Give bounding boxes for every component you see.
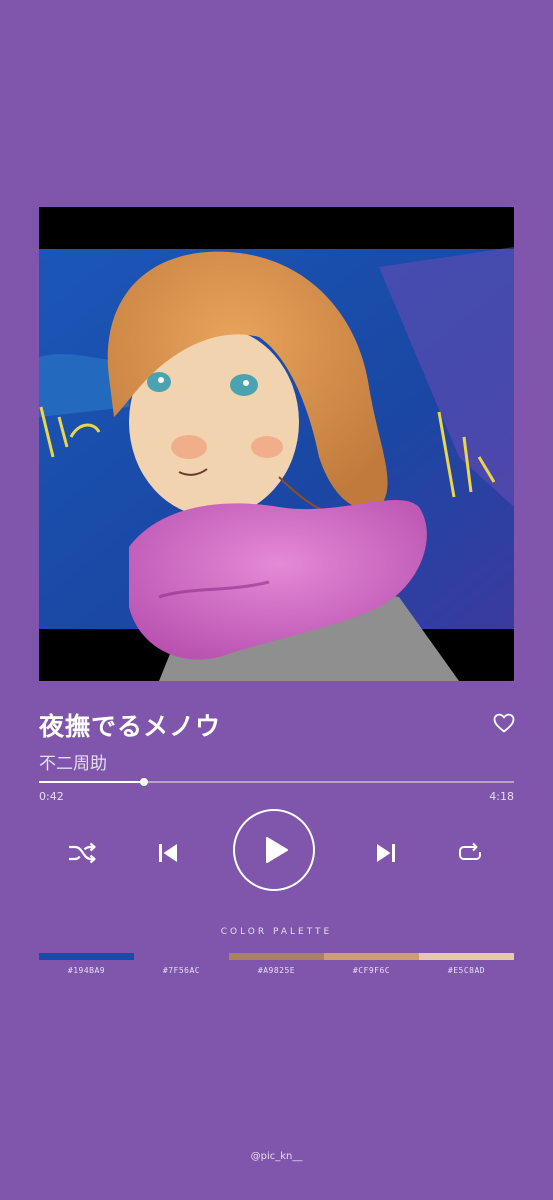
play-icon [265,837,288,863]
skip-previous-icon [159,844,177,862]
palette-swatch [39,953,134,960]
total-time: 4:18 [489,790,514,803]
heart-icon [493,713,515,733]
palette-swatches [39,953,514,960]
palette-title: COLOR PALETTE [220,927,333,937]
skip-next-icon [377,844,395,862]
palette-label: #A9825E [257,966,296,975]
credit-handle: @pic_kn__ [250,1151,303,1162]
artwork-illustration [39,207,514,681]
artist-name: 不二周助 [39,754,107,774]
palette-label: #7F56AC [162,966,201,975]
repeat-icon [459,842,481,860]
shuffle-button[interactable] [66,839,98,867]
like-button[interactable] [492,711,516,735]
palette-swatch [324,953,419,960]
palette-swatch [134,953,229,960]
palette-swatch [229,953,324,960]
next-button[interactable] [372,840,400,866]
repeat-button[interactable] [455,840,485,866]
palette-label: #E5C8AD [447,966,486,975]
shuffle-icon [69,842,96,864]
play-button[interactable] [233,809,315,891]
palette-labels: #194BA9 #7F56AC #A9825E #CF9F6C #E5C8AD [39,966,514,975]
album-artwork [39,207,514,681]
progress-handle[interactable] [139,778,148,786]
previous-button[interactable] [154,840,182,866]
progress-fill [39,781,144,783]
palette-label: #194BA9 [67,966,106,975]
palette-label: #CF9F6C [352,966,391,975]
progress-bar[interactable] [39,778,514,786]
palette-swatch [419,953,514,960]
elapsed-time: 0:42 [39,790,64,803]
song-title: 夜撫でるメノウ [39,712,222,741]
